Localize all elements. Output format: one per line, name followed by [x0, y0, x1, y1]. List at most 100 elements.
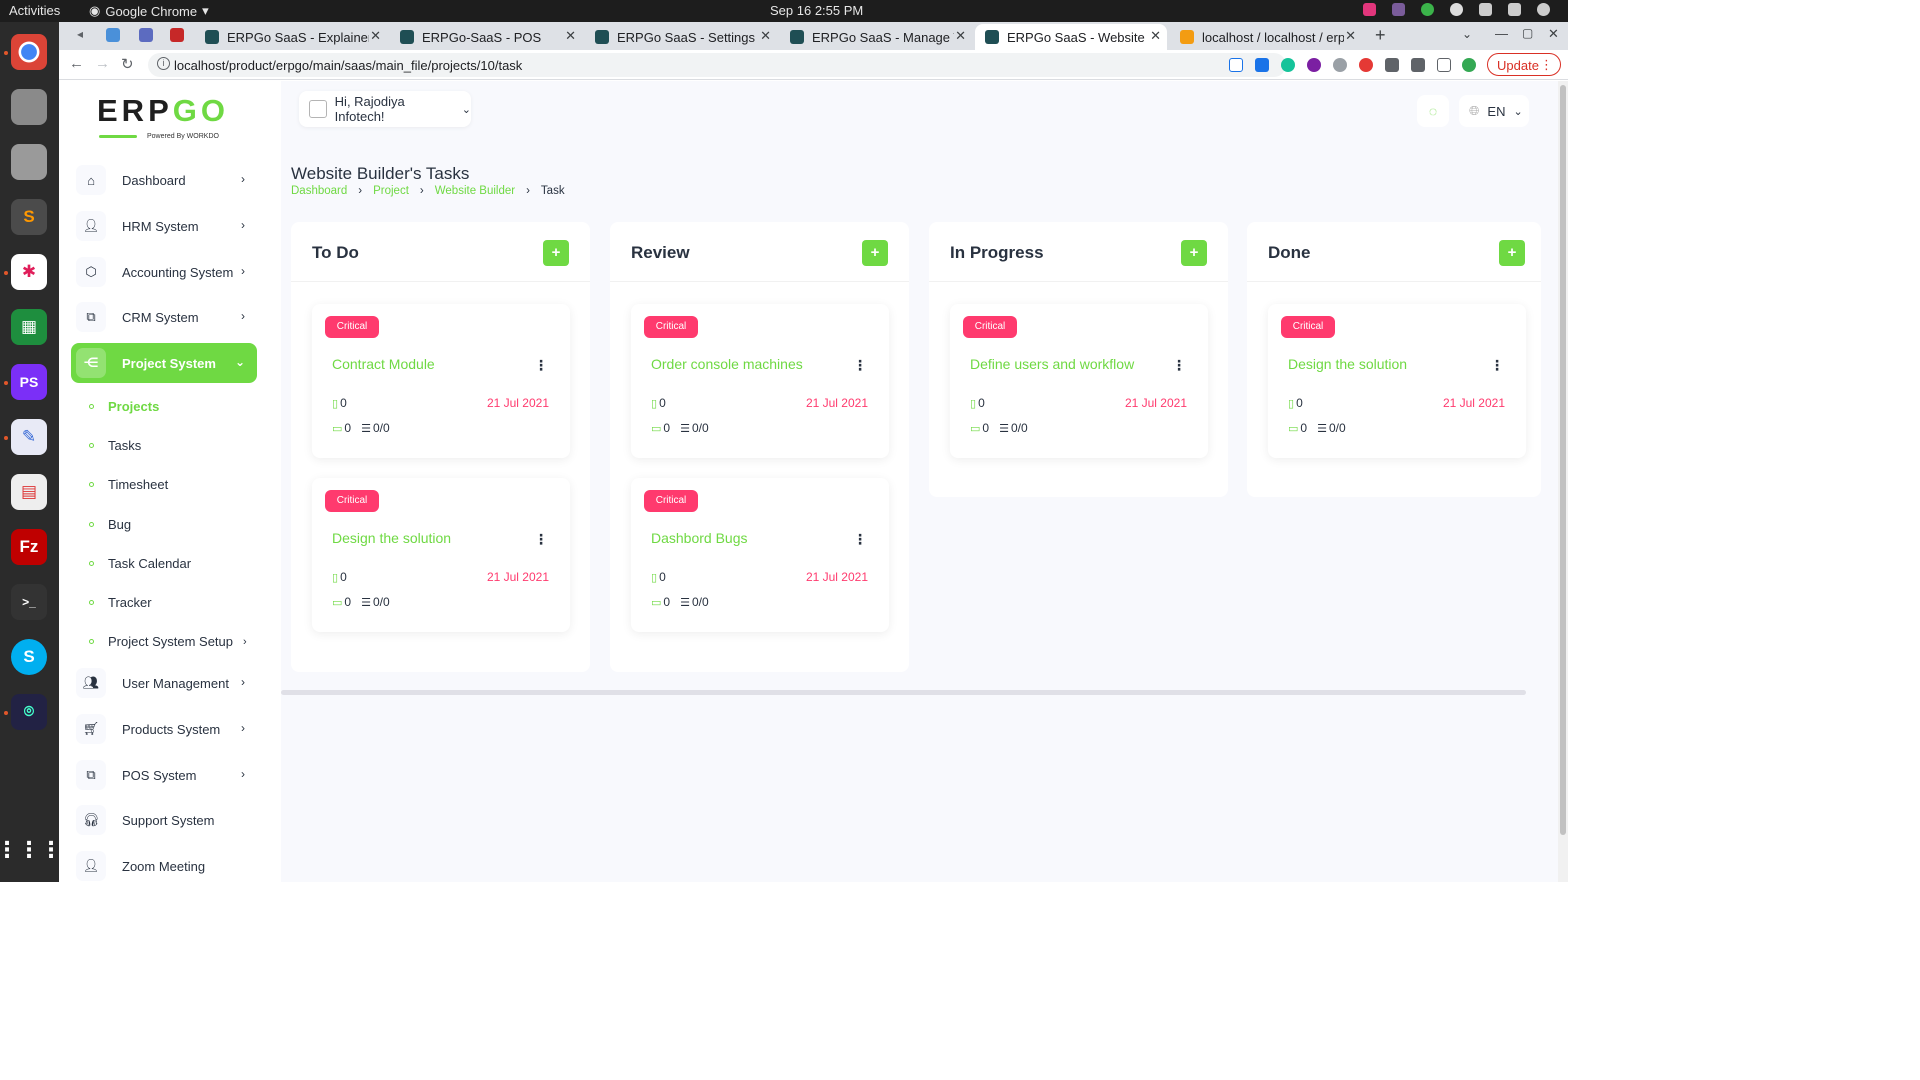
breadcrumb-website-builder[interactable]: Website Builder [435, 185, 515, 197]
task-name-link[interactable]: Contract Module [332, 356, 435, 372]
address-bar[interactable]: i localhost/product/erpgo/main/saas/main… [148, 53, 1286, 77]
spreadsheet-icon[interactable]: ▦ [11, 309, 47, 345]
side-panel-icon[interactable] [1437, 58, 1451, 72]
task-card[interactable]: Critical Contract Module ⋮ ▯ 0 21 Jul 202… [312, 304, 570, 458]
task-card[interactable]: Critical Design the solution ⋮ ▯ 0 21 Jul… [312, 478, 570, 632]
system-tray[interactable] [1363, 3, 1550, 16]
close-tab-icon[interactable]: ✕ [1345, 28, 1356, 44]
sublime-text-icon[interactable]: S [11, 199, 47, 235]
task-card[interactable]: Critical Design the solution ⋮ ▯ 0 21 Jul… [1268, 304, 1526, 458]
messenger-button[interactable]: ◌ [1417, 95, 1449, 127]
sidebar-item-dashboard[interactable]: ⌂ Dashboard › [71, 160, 257, 200]
document-viewer-icon[interactable]: ▤ [11, 474, 47, 510]
sidebar-subitem-projects[interactable]: Projects [89, 399, 159, 414]
apps-grid-icon[interactable]: ⋮⋮⋮ [0, 832, 62, 868]
volume-icon[interactable] [1508, 3, 1521, 16]
kebab-menu-icon[interactable]: ⋮ [853, 531, 867, 548]
screenshot-icon[interactable]: ⌾ [11, 694, 47, 730]
sidebar-item-products[interactable]: 🛒︎ Products System › [71, 709, 257, 749]
skype-icon[interactable]: S [11, 639, 47, 675]
check-tray-icon[interactable] [1421, 3, 1434, 16]
sidebar-item-project-system[interactable]: ⋲ Project System ⌄ [71, 343, 257, 383]
tab-3[interactable]: ERPGo SaaS - Manage Tra✕ [780, 24, 972, 50]
close-tab-icon[interactable]: ✕ [1150, 28, 1161, 44]
globe-extension-icon[interactable] [1333, 58, 1347, 72]
page-scrollbar[interactable] [1558, 81, 1568, 882]
kebab-menu-icon[interactable]: ⋮ [853, 357, 867, 374]
sidebar-item-user-management[interactable]: 👥︎ User Management › [71, 663, 257, 703]
app-menu[interactable]: ◉ Google Chrome ▾ [89, 3, 209, 19]
add-task-button[interactable]: + [1499, 240, 1525, 266]
close-tab-icon[interactable]: ✕ [760, 28, 771, 44]
profile-avatar[interactable] [1462, 58, 1476, 72]
task-name-link[interactable]: Design the solution [1288, 356, 1407, 372]
close-tab-icon[interactable]: ✕ [955, 28, 966, 44]
back-arrow-icon[interactable]: ← [69, 55, 84, 72]
breadcrumb-project[interactable]: Project [373, 185, 409, 197]
tab-0[interactable]: ERPGo SaaS - Explainer Te✕ [195, 24, 387, 50]
extension-u-icon[interactable] [1307, 58, 1321, 72]
sidebar-subitem-tasks[interactable]: Tasks [89, 438, 141, 453]
close-tab-icon[interactable]: ✕ [565, 28, 576, 44]
phpstorm-icon[interactable]: PS [11, 364, 47, 400]
tab-2[interactable]: ERPGo SaaS - Settings ✕ [585, 24, 777, 50]
network-icon[interactable] [1479, 3, 1492, 16]
add-task-button[interactable]: + [862, 240, 888, 266]
user-dropdown[interactable]: Hi, Rajodiya Infotech! ⌄ [299, 91, 471, 127]
maximize-icon[interactable]: ▢ [1522, 26, 1533, 40]
archive-icon[interactable] [11, 144, 47, 180]
sidebar-item-pos[interactable]: ⧉ POS System › [71, 755, 257, 795]
sidebar-item-support[interactable]: 🎧︎ Support System [71, 800, 257, 840]
erpgo-logo[interactable]: ERPGO Powered By WORKDO [97, 93, 237, 140]
board-horizontal-scrollbar[interactable] [281, 690, 1526, 695]
clock[interactable]: Sep 16 2:55 PM [770, 3, 863, 18]
minimize-icon[interactable]: — [1495, 26, 1508, 41]
scrollbar-thumb[interactable] [1560, 85, 1566, 835]
tab-search-icon[interactable]: ⌄ [1462, 27, 1472, 41]
slack-icon[interactable]: ✱ [11, 254, 47, 290]
kebab-menu-icon[interactable]: ⋮ [1490, 357, 1504, 374]
sidebar-subitem-bug[interactable]: Bug [89, 517, 131, 532]
sidebar-subitem-task-calendar[interactable]: Task Calendar [89, 556, 191, 571]
kebab-menu-icon[interactable]: ⋮ [1172, 357, 1186, 374]
opera-extension-icon[interactable] [1359, 58, 1373, 72]
site-info-icon[interactable]: i [157, 57, 170, 70]
pinned-tab-reader-icon[interactable] [170, 28, 184, 42]
task-name-link[interactable]: Order console machines [651, 356, 803, 372]
task-name-link[interactable]: Define users and workflow [970, 356, 1134, 372]
chrome-icon[interactable] [11, 34, 47, 70]
forward-arrow-icon[interactable]: → [95, 55, 110, 72]
kebab-menu-icon[interactable]: ⋮ [534, 531, 548, 548]
reload-icon[interactable]: ↻ [121, 55, 134, 73]
power-icon[interactable] [1537, 3, 1550, 16]
pinned-tab-calendar-icon[interactable] [106, 28, 120, 42]
extension-n-icon[interactable] [1229, 58, 1243, 72]
grammarly-icon[interactable] [1281, 58, 1295, 72]
add-task-button[interactable]: + [1181, 240, 1207, 266]
pinned-tab-wordpress-icon[interactable] [139, 28, 153, 42]
sidebar-subitem-project-system-setup[interactable]: Project System Setup › [89, 634, 247, 649]
task-card[interactable]: Critical Dashbord Bugs ⋮ ▯ 0 21 Jul 2021 … [631, 478, 889, 632]
sidebar-item-crm[interactable]: ⧉ CRM System › [71, 297, 257, 337]
tab-5[interactable]: localhost / localhost / erp ✕ [1170, 24, 1362, 50]
tab-search-back-icon[interactable]: ◂ [77, 27, 83, 41]
tab-4-active[interactable]: ERPGo SaaS - Website Bui✕ [975, 24, 1167, 50]
sidebar-item-zoom-meeting[interactable]: 👤︎ Zoom Meeting [71, 846, 257, 886]
sidebar-subitem-tracker[interactable]: Tracker [89, 595, 152, 610]
activities-button[interactable]: Activities [9, 3, 60, 18]
close-tab-icon[interactable]: ✕ [370, 28, 381, 44]
skype-tray-icon[interactable] [1450, 3, 1463, 16]
reading-list-icon[interactable] [1411, 58, 1425, 72]
add-task-button[interactable]: + [543, 240, 569, 266]
tab-1[interactable]: ERPGo-SaaS - POS ✕ [390, 24, 582, 50]
tray-app-icon[interactable] [1363, 3, 1376, 16]
kebab-menu-icon[interactable]: ⋮ [534, 357, 548, 374]
new-tab-icon[interactable]: + [1375, 25, 1386, 46]
files-icon[interactable] [11, 89, 47, 125]
language-dropdown[interactable]: 🌐︎ EN ⌄ [1459, 95, 1529, 127]
more-menu-icon[interactable]: ⋮ [1540, 57, 1553, 73]
sidebar-item-accounting[interactable]: ⬡ Accounting System › [71, 252, 257, 292]
sidebar-item-hrm[interactable]: 👤︎ HRM System › [71, 206, 257, 246]
sidebar-subitem-timesheet[interactable]: Timesheet [89, 477, 168, 492]
text-editor-icon[interactable]: ✎ [11, 419, 47, 455]
